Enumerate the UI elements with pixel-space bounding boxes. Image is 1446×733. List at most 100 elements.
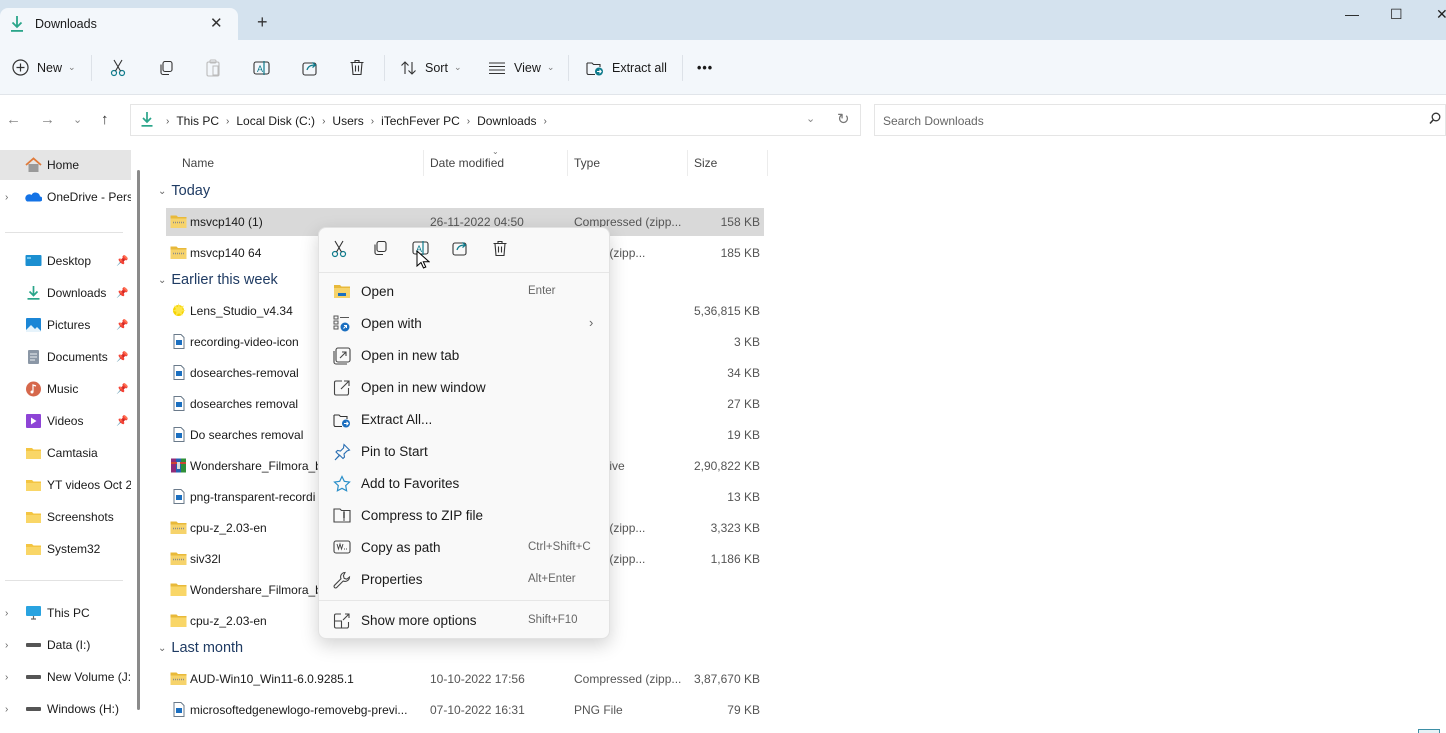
sidebar-item-camtasia[interactable]: Camtasia [0,438,131,468]
context-menu-item-compress-to-zip-file[interactable]: Compress to ZIP file [323,501,605,531]
sidebar-item-videos[interactable]: Videos 📌 [0,406,131,436]
expand-chevron-icon[interactable]: › [5,640,8,651]
sidebar-item-pictures[interactable]: Pictures 📌 [0,310,131,340]
close-tab-icon[interactable]: ✕ [210,14,223,32]
search-box[interactable] [874,104,1446,136]
sidebar-item-documents[interactable]: Documents 📌 [0,342,131,372]
forward-button[interactable]: → [40,111,55,128]
chevron-right-icon[interactable]: › [322,116,325,127]
tab-downloads[interactable]: Downloads ✕ [0,8,238,40]
back-button[interactable]: ← [6,111,21,128]
context-menu-item-add-to-favorites[interactable]: Add to Favorites [323,469,605,499]
more-button[interactable]: ••• [697,40,713,95]
view-button[interactable]: View ⌄ [488,40,554,95]
context-menu-item-show-more-options[interactable]: Show more options Shift+F10 [323,606,605,636]
maximize-button[interactable]: ☐ [1390,6,1403,23]
pin-icon[interactable]: 📌 [116,288,128,299]
expand-chevron-icon[interactable]: › [5,672,8,683]
breadcrumb-this-pc[interactable]: This PC [176,114,219,128]
chevron-right-icon[interactable]: › [371,116,374,127]
context-menu-item-copy-as-path[interactable]: Copy as path Ctrl+Shift+C [323,533,605,563]
chevron-right-icon[interactable]: › [226,116,229,127]
sidebar-item-yt-videos[interactable]: YT videos Oct 22 [0,470,131,500]
breadcrumb-downloads[interactable]: Downloads [477,114,536,128]
sidebar-item-onedrive[interactable]: › OneDrive - Personal [0,182,131,212]
recent-locations-button[interactable]: ⌄ [73,113,82,126]
column-divider[interactable] [423,150,424,176]
pin-icon[interactable]: 📌 [116,384,128,395]
share-button[interactable] [302,40,319,95]
chevron-right-icon[interactable]: › [467,116,470,127]
expand-chevron-icon[interactable]: › [5,192,8,203]
column-header-date-modified[interactable]: Date modified [430,156,504,170]
context-menu-item-open-with[interactable]: Open with › [323,309,605,339]
sidebar-item-screenshots[interactable]: Screenshots [0,502,131,532]
rename-button[interactable]: A [253,40,270,95]
context-menu-item-extract-all[interactable]: Extract All... [323,405,605,435]
sidebar-scrollbar[interactable] [137,170,140,710]
sidebar-item-home[interactable]: Home [0,150,131,180]
column-header-size[interactable]: Size [694,156,717,170]
breadcrumb-user-folder[interactable]: iTechFever PC [381,114,460,128]
expand-chevron-icon[interactable]: › [5,608,8,619]
column-divider[interactable] [567,150,568,176]
file-name: microsoftedgenewlogo-removebg-previ... [190,703,408,717]
context-menu-item-open[interactable]: Open Enter [323,277,605,307]
pin-icon[interactable]: 📌 [116,352,128,363]
sidebar-item-windows-drive[interactable]: › Windows (H:) [0,694,131,724]
extract-all-button[interactable]: Extract all [586,40,667,95]
sidebar-item-music[interactable]: Music 📌 [0,374,131,404]
sidebar-item-system32[interactable]: System32 [0,534,131,564]
up-button[interactable]: ↑ [101,111,109,128]
sidebar-item-data-drive[interactable]: › Data (I:) [0,630,131,660]
close-window-button[interactable]: ✕ [1436,6,1446,23]
sidebar-item-this-pc[interactable]: › This PC [0,598,131,628]
pin-icon[interactable]: 📌 [116,416,128,427]
chevron-right-icon[interactable]: › [544,116,547,127]
sidebar-item-new-volume[interactable]: › New Volume (J:) [0,662,131,692]
sidebar-item-downloads[interactable]: Downloads 📌 [0,278,131,308]
chevron-down-icon[interactable]: ⌄ [158,643,166,654]
group-header-last-month[interactable]: ⌄ Last month [158,640,243,656]
search-input[interactable] [883,111,1403,131]
context-copy-button[interactable] [372,240,394,260]
breadcrumb-local-disk[interactable]: Local Disk (C:) [236,114,315,128]
file-row[interactable]: microsoftedgenewlogo-removebg-previ... 07… [166,696,764,724]
new-button[interactable]: New ⌄ [12,40,76,95]
file-row[interactable]: AUD-Win10_Win11-6.0.9285.1 10-10-2022 17:… [166,665,764,693]
chevron-down-icon[interactable]: ⌄ [158,186,166,197]
copy-button[interactable] [158,40,174,95]
context-delete-button[interactable] [492,240,514,260]
expand-chevron-icon[interactable]: › [5,704,8,715]
new-tab-button[interactable]: + [257,12,268,33]
pin-icon[interactable]: 📌 [116,320,128,331]
videos-icon [25,413,42,429]
context-menu-item-properties[interactable]: Properties Alt+Enter [323,565,605,595]
search-icon[interactable] [1429,112,1441,128]
pin-icon[interactable]: 📌 [116,256,128,267]
refresh-button[interactable]: ↻ [837,110,850,128]
paste-button[interactable] [205,40,221,95]
context-menu-item-open-in-new-tab[interactable]: Open in new tab [323,341,605,371]
chevron-down-icon[interactable]: ⌄ [158,275,166,286]
context-share-button[interactable] [452,240,474,260]
context-cut-button[interactable] [331,240,353,260]
column-header-name[interactable]: Name [182,156,214,170]
context-menu-item-pin-to-start[interactable]: Pin to Start [323,437,605,467]
column-divider[interactable] [767,150,768,176]
menu-item-label: Open in new tab [361,348,460,363]
resize-handle[interactable] [1418,729,1440,733]
context-menu-item-open-in-new-window[interactable]: Open in new window [323,373,605,403]
address-dropdown-icon[interactable]: ⌄ [806,112,815,125]
minimize-button[interactable]: — [1345,6,1359,22]
group-header-today[interactable]: ⌄ Today [158,183,210,199]
column-divider[interactable] [687,150,688,176]
breadcrumb-users[interactable]: Users [332,114,363,128]
column-header-type[interactable]: Type [574,156,600,170]
group-header-earlier-this-week[interactable]: ⌄ Earlier this week [158,272,278,288]
address-bar[interactable]: › This PC › Local Disk (C:) › Users › iT… [130,104,861,136]
cut-button[interactable] [110,40,126,95]
sidebar-item-desktop[interactable]: Desktop 📌 [0,246,131,276]
delete-button[interactable] [349,40,365,95]
sort-button[interactable]: Sort ⌄ [400,40,461,95]
